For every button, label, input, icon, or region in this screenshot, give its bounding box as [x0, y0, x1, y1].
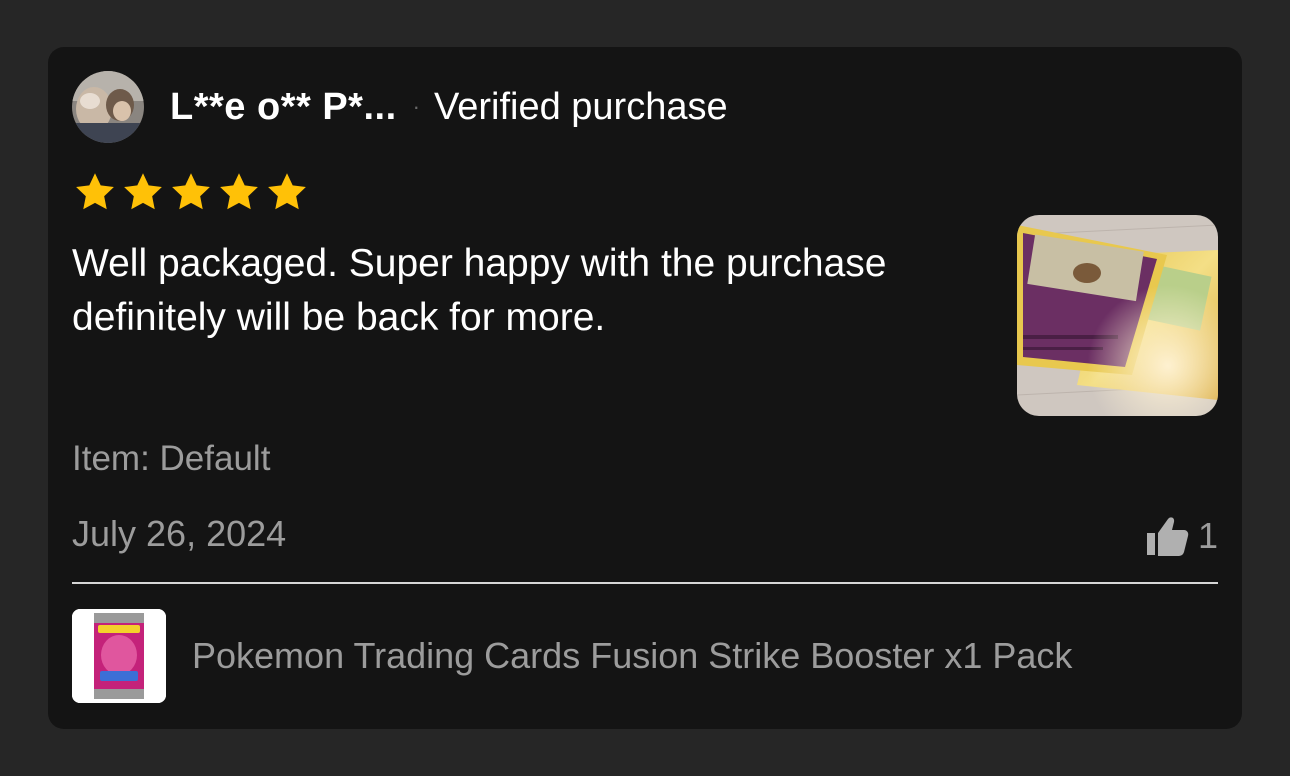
review-card: L**e o** P*... · Verified purchase Well …: [48, 47, 1242, 729]
thumbs-up-icon: [1146, 517, 1189, 556]
star-icon: [76, 173, 114, 210]
reviewer-name: L**e o** P*...: [170, 85, 397, 128]
star-rating: [73, 170, 309, 214]
separator-dot: ·: [412, 94, 420, 119]
item-variant: Item: Default: [72, 439, 271, 478]
star-icon: [268, 173, 306, 210]
helpful-count: 1: [1197, 515, 1218, 556]
avatar[interactable]: [72, 71, 144, 143]
review-photo-image: [1017, 215, 1218, 416]
star-icon: [124, 173, 162, 210]
verified-purchase-label: Verified purchase: [433, 85, 728, 128]
star-icon: [172, 173, 210, 210]
review-photo[interactable]: [1017, 215, 1218, 416]
review-text: Well packaged. Super happy with the purc…: [72, 242, 887, 339]
product-link[interactable]: Pokemon Trading Cards Fusion Strike Boos…: [72, 609, 1072, 703]
product-title: Pokemon Trading Cards Fusion Strike Boos…: [192, 635, 1073, 676]
helpful-button[interactable]: 1: [1144, 513, 1218, 559]
star-icon: [220, 173, 258, 210]
review-header: L**e o** P*... · Verified purchase: [72, 71, 728, 143]
divider: [72, 582, 1218, 584]
avatar-photo: [72, 71, 144, 143]
review-date: July 26, 2024: [72, 513, 287, 554]
booster-pack-image: [72, 609, 166, 703]
product-thumbnail: [72, 609, 166, 703]
